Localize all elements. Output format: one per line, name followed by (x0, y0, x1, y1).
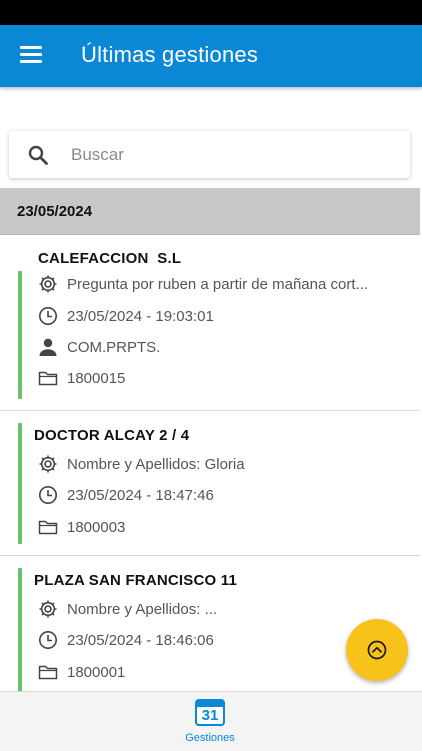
folder-icon (38, 665, 58, 680)
item-folder: 1800015 (67, 370, 126, 387)
item-title: CALEFACCION S.L (38, 250, 182, 267)
status-bar (0, 0, 422, 25)
item-datetime: 23/05/2024 - 18:46:06 (67, 632, 214, 649)
scroll-top-button[interactable] (346, 619, 408, 681)
status-bar-indicator (18, 568, 22, 692)
item-description: Nombre y Apellidos: ... (67, 601, 218, 618)
calendar-icon: 31 (195, 699, 225, 726)
calendar-day: 31 (201, 707, 219, 724)
item-folder: 1800003 (67, 519, 126, 536)
gear-icon (39, 455, 57, 473)
search-input[interactable] (69, 139, 393, 171)
tab-gestiones[interactable]: 31 Gestiones (170, 692, 250, 751)
gear-icon (39, 275, 57, 293)
item-title: DOCTOR ALCAY 2 / 4 (34, 427, 190, 444)
tab-label: Gestiones (185, 732, 235, 744)
item-datetime: 23/05/2024 - 19:03:01 (67, 308, 214, 325)
status-bar-indicator (18, 271, 22, 399)
folder-icon (38, 371, 58, 386)
bottom-nav: 31 Gestiones (0, 691, 422, 751)
gear-icon (39, 600, 57, 618)
item-folder: 1800001 (67, 664, 126, 681)
search-bar (9, 131, 410, 178)
menu-icon[interactable] (20, 46, 42, 64)
chevron-up-icon (367, 640, 387, 660)
gestiones-list: CALEFACCION S.L Pregunta por ruben a par… (0, 235, 420, 692)
app-bar: Últimas gestiones (0, 25, 422, 87)
clock-icon (39, 307, 57, 325)
person-icon (39, 338, 57, 356)
list-item[interactable]: CALEFACCION S.L Pregunta por ruben a par… (0, 235, 420, 411)
search-icon (28, 145, 48, 165)
item-title: PLAZA SAN FRANCISCO 11 (34, 572, 238, 589)
item-user: COM.PRPTS. (67, 339, 161, 356)
item-description: Pregunta por ruben a partir de mañana co… (67, 276, 369, 293)
date-group-label: 23/05/2024 (17, 203, 93, 220)
date-group-header: 23/05/2024 (0, 188, 420, 235)
status-bar-indicator (18, 423, 22, 544)
clock-icon (39, 631, 57, 649)
item-datetime: 23/05/2024 - 18:47:46 (67, 487, 214, 504)
list-item[interactable]: DOCTOR ALCAY 2 / 4 Nombre y Apellidos: G… (0, 411, 420, 556)
page-title: Últimas gestiones (81, 42, 259, 67)
item-description: Nombre y Apellidos: Gloria (67, 456, 245, 473)
folder-icon (38, 520, 58, 535)
clock-icon (39, 486, 57, 504)
